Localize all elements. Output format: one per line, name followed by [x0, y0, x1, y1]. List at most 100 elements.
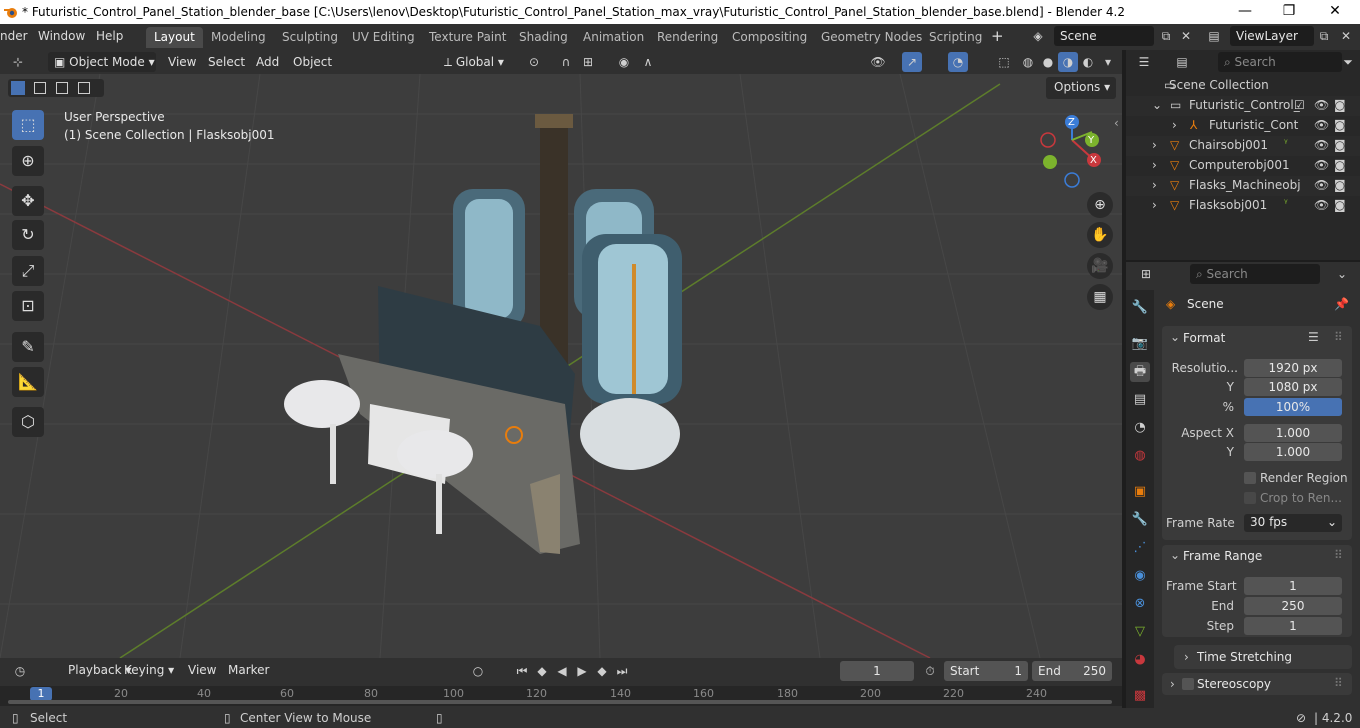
menu-add[interactable]: Add — [250, 52, 285, 72]
chevron-down-icon[interactable]: ⌄ — [1170, 548, 1180, 562]
snap-target-icon[interactable]: ⊞ — [578, 52, 598, 72]
gizmo-y-label[interactable]: Y — [1088, 135, 1094, 146]
new-scene-icon[interactable]: ⧉ — [1156, 26, 1176, 46]
frame-start-field[interactable]: 1 — [1244, 577, 1342, 595]
aspect-x-field[interactable]: 1.000 — [1244, 424, 1342, 442]
outliner-row[interactable]: › ▽ Flasksobj001 ᵞ 👁 ◙ — [1126, 196, 1360, 216]
camera-icon[interactable]: ◙ — [1334, 158, 1346, 172]
scene-selector[interactable]: Scene — [1054, 26, 1154, 46]
chevron-right-icon[interactable]: › — [1152, 178, 1157, 192]
chevron-down-icon[interactable]: ⌄ — [1332, 264, 1352, 284]
scene-tab-icon[interactable]: ◔ — [1130, 418, 1150, 438]
outliner-row[interactable]: › ▽ Computerobj001 👁 ◙ — [1126, 156, 1360, 176]
camera-view-button[interactable]: 🎥 — [1087, 253, 1113, 279]
select-extend-icon[interactable] — [34, 82, 46, 94]
maximize-button[interactable]: ❐ — [1266, 0, 1312, 24]
pan-button[interactable]: ✋ — [1087, 222, 1113, 248]
stereoscopy-checkbox[interactable] — [1182, 678, 1194, 690]
playhead[interactable]: 1 — [30, 687, 52, 701]
menu-view[interactable]: View — [162, 52, 202, 72]
camera-icon[interactable]: ◙ — [1334, 98, 1346, 112]
xray-icon[interactable]: ⬚ — [994, 52, 1014, 72]
delete-scene-icon[interactable]: ✕ — [1176, 26, 1196, 46]
menu-object[interactable]: Object — [287, 52, 338, 72]
editor-type-icon[interactable]: ⊹ — [8, 52, 28, 72]
overlay-toggle-icon[interactable]: ◔ — [948, 52, 968, 72]
select-intersect-icon[interactable] — [78, 82, 90, 94]
view-layer-tab-icon[interactable]: ▤ — [1130, 390, 1150, 410]
tab-shading[interactable]: Shading — [511, 27, 576, 48]
menu-timeline-view[interactable]: View — [182, 660, 222, 680]
chevron-right-icon[interactable]: › — [1170, 677, 1175, 691]
outliner-row[interactable]: › ▽ Flasks_Machineobj 👁 ◙ — [1126, 176, 1360, 196]
outliner-row-scene-collection[interactable]: ▭ Scene Collection — [1126, 76, 1360, 96]
tab-texture-paint[interactable]: Texture Paint — [421, 27, 514, 48]
drag-handle-icon[interactable]: ⠿ — [1334, 330, 1343, 344]
camera-icon[interactable]: ◙ — [1334, 178, 1346, 192]
menu-help[interactable]: Help — [96, 29, 123, 43]
aspect-y-field[interactable]: 1.000 — [1244, 443, 1342, 461]
menu-keying[interactable]: Keying ▾ — [118, 660, 180, 680]
annotate-tool[interactable]: ✎ — [12, 332, 44, 362]
frame-range-panel-title[interactable]: Frame Range — [1183, 549, 1262, 563]
minimize-button[interactable]: — — [1222, 0, 1268, 24]
tab-sculpting[interactable]: Sculpting — [274, 27, 346, 48]
rotate-tool[interactable]: ↻ — [12, 220, 44, 250]
close-button[interactable]: ✕ — [1312, 0, 1358, 24]
select-box-tool[interactable]: ⬚ — [12, 110, 44, 140]
new-view-layer-icon[interactable]: ⧉ — [1314, 26, 1334, 46]
eye-icon[interactable]: 👁 — [1314, 98, 1329, 112]
eye-icon[interactable]: 👁 — [1314, 158, 1329, 172]
start-frame-field[interactable]: Start 1 — [944, 661, 1028, 681]
delete-view-layer-icon[interactable]: ✕ — [1336, 26, 1356, 46]
transform-orientation-selector[interactable]: ⟂ Global ▾ — [438, 52, 514, 72]
checkbox-icon[interactable]: ☑ — [1294, 98, 1305, 112]
options-dropdown[interactable]: Options ▾ — [1046, 77, 1116, 99]
eye-icon[interactable]: 👁 — [1314, 118, 1329, 132]
jump-end-icon[interactable]: ⏭ — [612, 661, 632, 681]
chevron-right-icon[interactable]: › — [1172, 118, 1177, 132]
current-frame-field[interactable]: 1 — [840, 661, 914, 681]
camera-icon[interactable]: ◙ — [1334, 138, 1346, 152]
frame-end-field[interactable]: 250 — [1244, 597, 1342, 615]
particles-tab-icon[interactable]: ⋰ — [1130, 538, 1150, 558]
drag-handle-icon[interactable]: ⠿ — [1334, 676, 1343, 690]
data-tab-icon[interactable]: ▽ — [1130, 622, 1150, 642]
outliner-search-input[interactable]: ⌕ Search — [1218, 52, 1342, 72]
format-panel-title[interactable]: Format — [1183, 331, 1225, 345]
rendered-shading-icon[interactable]: ◐ — [1078, 52, 1098, 72]
material-shading-icon[interactable]: ◑ — [1058, 52, 1078, 72]
preview-range-icon[interactable]: ⏱ — [920, 661, 940, 681]
shading-options-icon[interactable]: ▾ — [1098, 52, 1118, 72]
eye-icon[interactable]: 👁 — [1314, 138, 1329, 152]
end-frame-field[interactable]: End 250 — [1032, 661, 1112, 681]
stereoscopy-title[interactable]: Stereoscopy — [1197, 677, 1271, 691]
add-workspace-button[interactable]: + — [991, 27, 1004, 45]
transform-tool[interactable]: ⊡ — [12, 291, 44, 321]
eye-icon[interactable]: 👁 — [1314, 178, 1329, 192]
chevron-down-icon[interactable]: ⌄ — [1152, 98, 1162, 112]
pin-icon[interactable]: 📌 — [1334, 297, 1349, 311]
output-tab-icon[interactable]: 🖶 — [1130, 362, 1150, 382]
object-tab-icon[interactable]: ▣ — [1130, 482, 1150, 502]
tool-tab-icon[interactable]: 🔧 — [1130, 298, 1150, 318]
move-tool[interactable]: ✥ — [12, 186, 44, 216]
gizmo-x-label[interactable]: X — [1090, 155, 1097, 166]
chevron-right-icon[interactable]: › — [1152, 198, 1157, 212]
play-reverse-icon[interactable]: ◀ — [552, 661, 572, 681]
proportional-edit-icon[interactable]: ◉ — [614, 52, 634, 72]
play-icon[interactable]: ▶ — [572, 661, 592, 681]
outliner-row[interactable]: › ⅄ Futuristic_Cont 👁 ◙ — [1126, 116, 1360, 136]
time-stretching-title[interactable]: Time Stretching — [1197, 650, 1292, 664]
chevron-right-icon[interactable]: › — [1184, 650, 1189, 664]
texture-tab-icon[interactable]: ▩ — [1130, 686, 1150, 706]
modifier-tab-icon[interactable]: 🔧 — [1130, 510, 1150, 530]
drag-handle-icon[interactable]: ⠿ — [1334, 548, 1343, 562]
timeline-editor-type-icon[interactable]: ◷ — [10, 661, 30, 681]
chevron-right-icon[interactable]: › — [1152, 158, 1157, 172]
record-icon[interactable]: ○ — [468, 661, 488, 681]
tab-uv-editing[interactable]: UV Editing — [344, 27, 423, 48]
camera-icon[interactable]: ◙ — [1334, 198, 1346, 212]
resolution-x-field[interactable]: 1920 px — [1244, 359, 1342, 377]
constraints-tab-icon[interactable]: ⊗ — [1130, 594, 1150, 614]
